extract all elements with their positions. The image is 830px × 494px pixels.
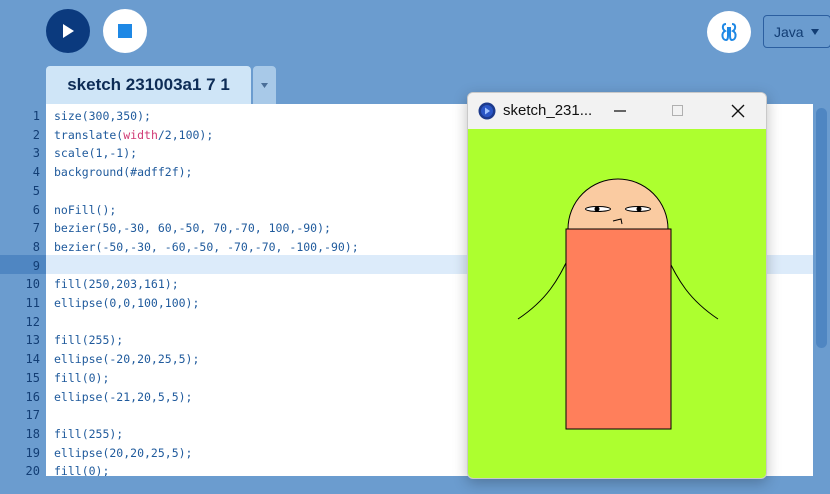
- code-line[interactable]: fill(0);: [54, 369, 109, 388]
- stop-icon: [118, 24, 132, 38]
- line-number: 9: [32, 258, 40, 273]
- line-number: 12: [25, 314, 40, 329]
- code-text: fill(255);: [54, 426, 124, 441]
- code-line[interactable]: size(300,350);: [54, 107, 151, 126]
- code-text: ellipse(-21,20,5,5);: [54, 389, 193, 404]
- close-icon: [731, 104, 745, 118]
- code-text: translate(: [54, 127, 124, 142]
- code-line[interactable]: translate(width/2,100);: [54, 126, 213, 145]
- maximize-button[interactable]: [666, 99, 690, 123]
- mode-selector[interactable]: Java: [763, 15, 830, 48]
- run-button[interactable]: [46, 9, 90, 53]
- code-line[interactable]: fill(255);: [54, 425, 123, 444]
- line-number: 17: [25, 408, 40, 423]
- line-number: 10: [25, 277, 40, 292]
- sketch-canvas: [468, 129, 766, 478]
- code-text: size(300,350);: [54, 109, 151, 123]
- code-line[interactable]: ellipse(-20,20,25,5);: [54, 350, 199, 369]
- code-text: scale(1,-1);: [54, 146, 138, 161]
- code-text: fill(255);: [54, 333, 124, 348]
- code-line[interactable]: fill(250,203,161);: [54, 275, 179, 294]
- code-text: fill(0);: [54, 370, 110, 385]
- code-text: bezier(-50,-30, -60,-50, -70,-70, -100,-…: [54, 239, 359, 254]
- code-text: bezier(50,-30, 60,-50, 70,-70, 100,-90);: [54, 221, 331, 236]
- code-text: background(#adff2f);: [54, 165, 193, 180]
- line-number: 2: [32, 127, 40, 142]
- code-line[interactable]: scale(1,-1);: [54, 144, 137, 163]
- code-line[interactable]: ellipse(20,20,25,5);: [54, 444, 192, 463]
- minimize-icon: [614, 110, 626, 112]
- code-line[interactable]: bezier(50,-30, 60,-50, 70,-70, 100,-90);: [54, 219, 331, 238]
- sketch-window[interactable]: sketch_231...: [467, 92, 767, 479]
- minimize-button[interactable]: [608, 99, 632, 123]
- right-pupil: [636, 206, 642, 212]
- line-number: 15: [25, 370, 40, 385]
- maximize-icon: [672, 105, 683, 116]
- line-number: 7: [32, 221, 40, 236]
- line-number: 19: [25, 445, 40, 460]
- debugger-button[interactable]: [707, 11, 751, 53]
- sketch-titlebar[interactable]: sketch_231...: [468, 93, 766, 129]
- debugger-icon: [721, 23, 737, 42]
- code-line[interactable]: noFill();: [54, 201, 116, 220]
- code-line[interactable]: ellipse(-21,20,5,5);: [54, 388, 192, 407]
- line-number: 6: [32, 202, 40, 217]
- line-number: 4: [32, 165, 40, 180]
- line-number: 11: [25, 296, 40, 310]
- line-number: 13: [25, 333, 40, 348]
- code-text: ellipse(0,0,100,100);: [54, 296, 200, 310]
- line-number: 1: [32, 109, 40, 123]
- tab-label: sketch 231003a1 7 1: [67, 75, 230, 94]
- close-button[interactable]: [726, 99, 750, 123]
- scrollbar-thumb[interactable]: [816, 108, 827, 348]
- line-number: 5: [32, 183, 40, 198]
- tab-menu-button[interactable]: [253, 66, 276, 104]
- line-number: 3: [32, 146, 40, 161]
- code-line[interactable]: bezier(-50,-30, -60,-50, -70,-70, -100,-…: [54, 238, 359, 257]
- line-number: 8: [32, 239, 40, 254]
- code-text: fill(250,203,161);: [54, 277, 179, 292]
- sketch-window-title: sketch_231...: [503, 102, 593, 119]
- line-number: 18: [25, 426, 40, 441]
- tab-sketch[interactable]: sketch 231003a1 7 1: [46, 66, 251, 104]
- code-text: ellipse(-20,20,25,5);: [54, 352, 200, 367]
- stop-button[interactable]: [103, 9, 147, 53]
- code-text: /2,100);: [157, 127, 214, 142]
- body-rectangle: [565, 228, 672, 430]
- code-text: fill(0);: [54, 464, 110, 476]
- left-pupil: [594, 206, 600, 212]
- mode-label: Java: [774, 23, 804, 40]
- caret-down-icon: [261, 82, 268, 88]
- line-number: 16: [25, 389, 40, 404]
- code-text: ellipse(20,20,25,5);: [54, 445, 193, 460]
- code-line[interactable]: background(#adff2f);: [54, 163, 192, 182]
- caret-down-icon: [810, 28, 819, 35]
- code-text: noFill();: [54, 202, 117, 217]
- code-keyword: width: [123, 127, 158, 142]
- vertical-scrollbar[interactable]: [813, 104, 830, 476]
- line-number: 14: [25, 352, 40, 367]
- play-icon: [63, 24, 74, 38]
- processing-icon: [478, 102, 496, 120]
- line-number: 20: [25, 464, 40, 476]
- code-line[interactable]: fill(255);: [54, 331, 123, 350]
- code-line[interactable]: fill(0);: [54, 462, 109, 476]
- code-line[interactable]: ellipse(0,0,100,100);: [54, 294, 199, 313]
